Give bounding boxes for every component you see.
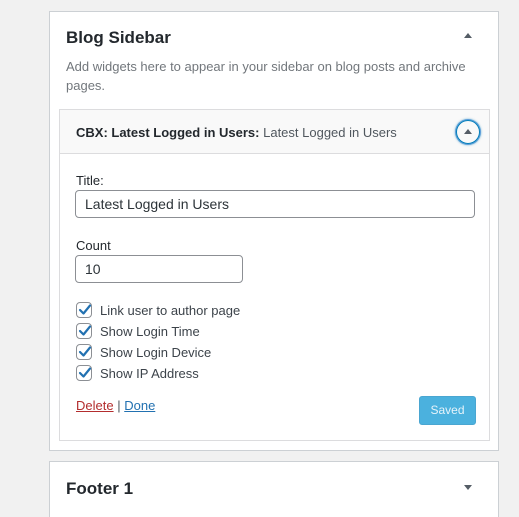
action-separator: | [117, 398, 121, 413]
save-button[interactable]: Saved [419, 396, 476, 425]
checkmark-icon [78, 304, 92, 315]
checkbox-row-login-time[interactable]: Show Login Time [76, 322, 200, 340]
widget-name-suffix: : [255, 125, 260, 140]
ip-address-checkbox[interactable] [76, 365, 92, 381]
widget-instance-title: Latest Logged in Users [263, 125, 397, 140]
checkmark-icon [78, 367, 92, 378]
widget-title: CBX: Latest Logged in Users: Latest Logg… [76, 125, 397, 140]
widget-header[interactable]: CBX: Latest Logged in Users: Latest Logg… [60, 110, 489, 154]
delete-link[interactable]: Delete [76, 398, 114, 413]
latest-logged-in-users-widget: CBX: Latest Logged in Users: Latest Logg… [59, 109, 490, 441]
footer-sidebar-title[interactable]: Footer 1 [66, 479, 133, 499]
login-device-checkbox[interactable] [76, 344, 92, 360]
blog-sidebar-title[interactable]: Blog Sidebar [66, 28, 171, 48]
widget-name: CBX: Latest Logged in Users [76, 125, 256, 140]
title-input[interactable]: Latest Logged in Users [75, 190, 475, 218]
widget-control-actions: Delete | Done [76, 398, 155, 413]
checkbox-row-author-link[interactable]: Link user to author page [76, 301, 240, 319]
blog-sidebar-description: Add widgets here to appear in your sideb… [66, 59, 466, 93]
title-field-label: Title: [76, 173, 104, 188]
checkmark-icon [78, 346, 92, 357]
checkbox-row-ip-address[interactable]: Show IP Address [76, 364, 199, 382]
widget-collapse-toggle[interactable] [456, 120, 480, 144]
login-time-label: Show Login Time [100, 323, 200, 339]
expand-arrow-icon[interactable] [464, 485, 472, 490]
author-link-checkbox[interactable] [76, 302, 92, 318]
footer-sidebar-panel: Footer 1 [49, 461, 499, 517]
checkmark-icon [78, 325, 92, 336]
blog-sidebar-panel: Blog Sidebar Add widgets here to appear … [49, 11, 499, 451]
login-time-checkbox[interactable] [76, 323, 92, 339]
chevron-up-icon [464, 129, 472, 134]
collapse-arrow-icon[interactable] [464, 33, 472, 38]
count-input[interactable]: 10 [75, 255, 243, 283]
author-link-label: Link user to author page [100, 302, 241, 318]
count-field-label: Count [76, 238, 111, 253]
ip-address-label: Show IP Address [100, 365, 199, 381]
done-link[interactable]: Done [124, 398, 155, 413]
checkbox-row-login-device[interactable]: Show Login Device [76, 343, 211, 361]
login-device-label: Show Login Device [100, 344, 212, 360]
